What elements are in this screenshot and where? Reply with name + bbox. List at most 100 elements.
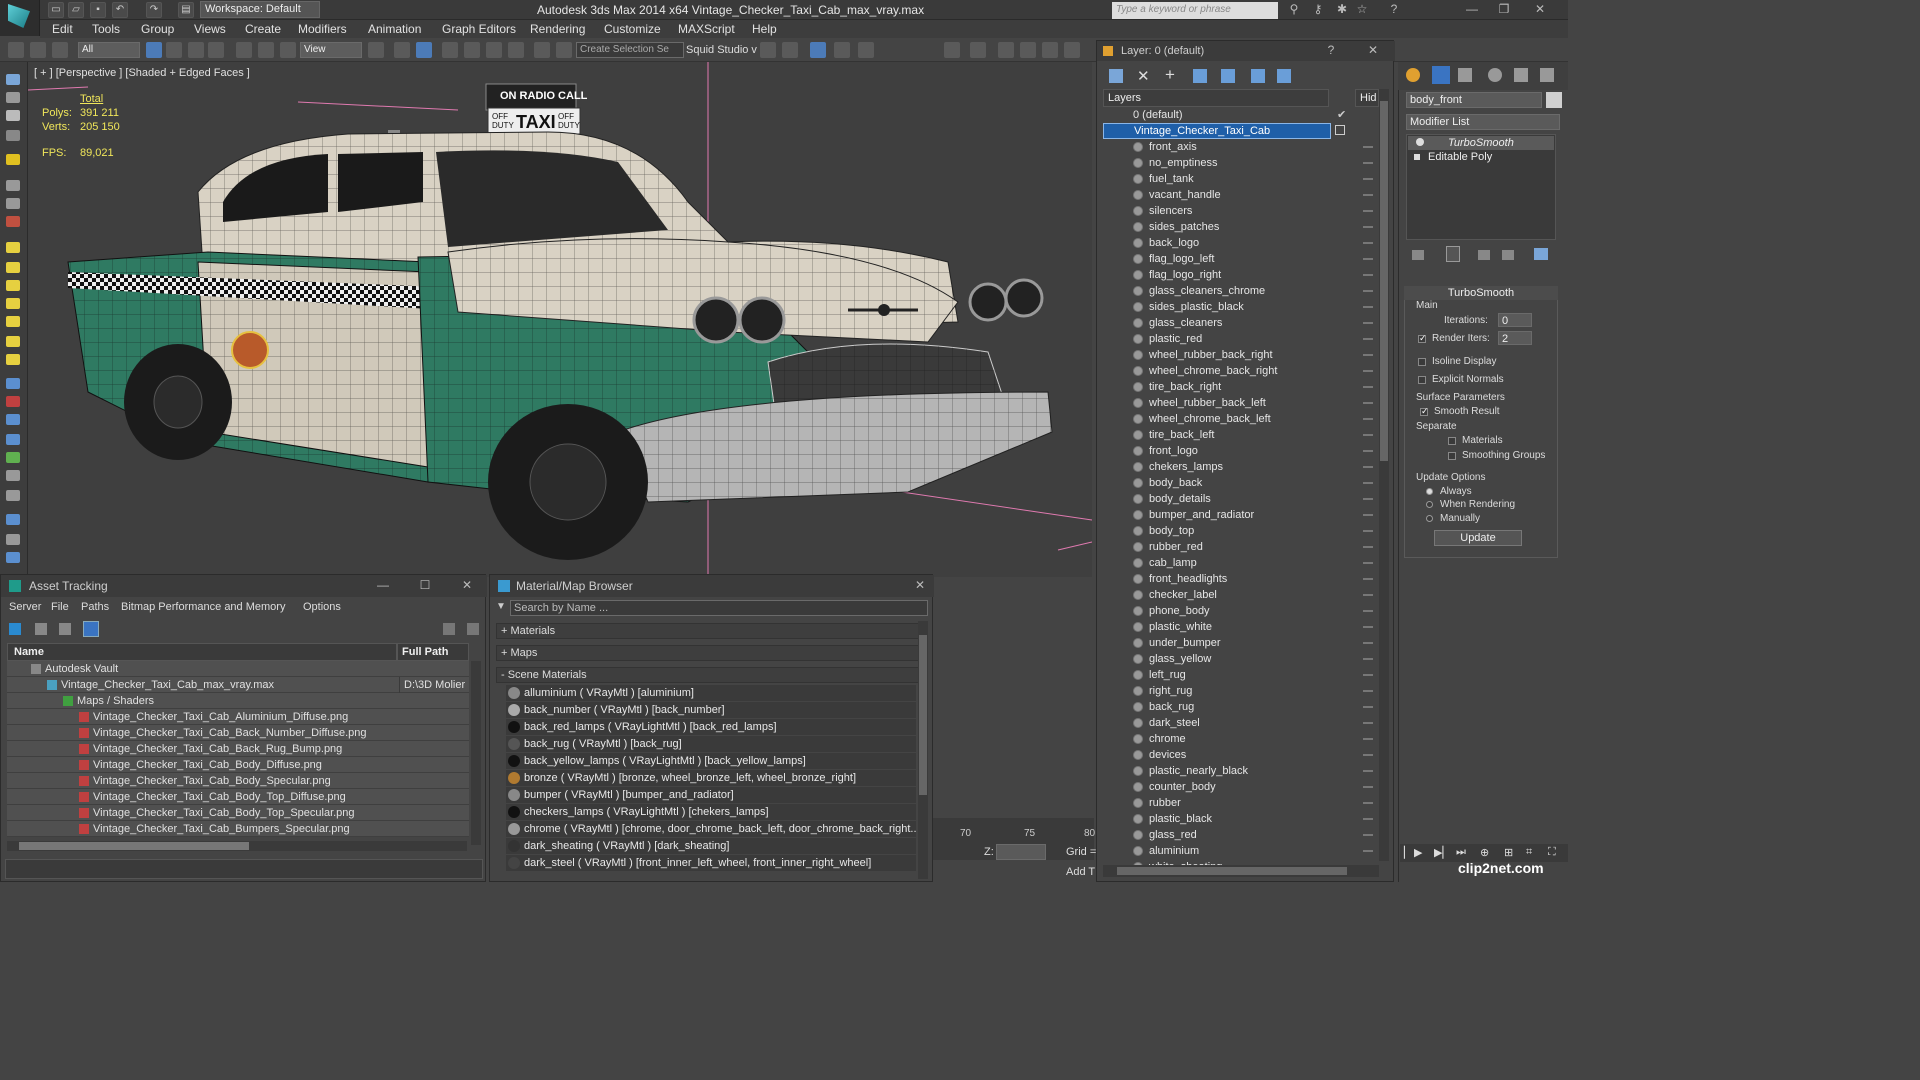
asset-hscrollbar[interactable] (7, 841, 467, 851)
asset-row[interactable]: Vintage_Checker_Taxi_Cab_Body_Top_Diffus… (7, 789, 469, 805)
layer-object-row[interactable]: bumper_and_radiator (1127, 507, 1373, 523)
keyboard-shortcut-toggle-icon[interactable] (416, 42, 432, 58)
layer-scrollbar[interactable] (1379, 89, 1389, 861)
tool-star-icon[interactable] (6, 336, 20, 347)
layer-object-row[interactable]: sides_patches (1127, 219, 1373, 235)
tool-bone-icon[interactable] (6, 490, 20, 501)
hide-all-layers-icon[interactable] (1277, 69, 1291, 83)
layer-object-row[interactable]: flag_logo_right (1127, 267, 1373, 283)
pivot-center-icon[interactable] (368, 42, 384, 58)
material-row[interactable]: bronze ( VRayMtl ) [bronze, wheel_bronze… (506, 770, 916, 786)
hide-toggle-icon[interactable] (1363, 226, 1373, 228)
asset-menu-file[interactable]: File (51, 601, 69, 613)
hide-toggle-icon[interactable] (1363, 242, 1373, 244)
material-editor-icon[interactable] (944, 42, 960, 58)
expand-poly-icon[interactable] (1414, 154, 1420, 160)
hide-toggle-icon[interactable] (1363, 354, 1373, 356)
app-logo-button[interactable] (0, 0, 40, 36)
section-maps[interactable]: + Maps (496, 645, 922, 661)
layer-vintage-checker-taxi-cab[interactable]: Vintage_Checker_Taxi_Cab (1103, 123, 1331, 139)
layer-object-row[interactable]: right_rug (1127, 683, 1373, 699)
select-manipulate-icon[interactable] (394, 42, 410, 58)
hide-toggle-icon[interactable] (1363, 370, 1373, 372)
tool-orbit-icon[interactable] (6, 552, 20, 563)
layer-object-row[interactable]: body_details (1127, 491, 1373, 507)
menu-views[interactable]: Views (194, 22, 226, 36)
tool-zoom-icon[interactable] (6, 514, 20, 525)
hide-toggle-icon[interactable] (1363, 690, 1373, 692)
undo-icon[interactable]: ↶ (112, 2, 128, 18)
tool-particle-icon[interactable] (6, 452, 20, 463)
tool-spline-icon[interactable] (6, 378, 20, 389)
tool-select-icon[interactable] (6, 74, 20, 85)
select-by-name-icon[interactable] (166, 42, 182, 58)
search-input[interactable]: Type a keyword or phrase (1112, 2, 1278, 19)
asset-menu-options[interactable]: Options (303, 601, 341, 613)
tool-light-icon[interactable] (6, 154, 20, 165)
menu-animation[interactable]: Animation (368, 22, 421, 36)
asset-menu-bitmap[interactable]: Bitmap Performance and Memory (121, 601, 285, 613)
menu-rendering[interactable]: Rendering (530, 22, 585, 36)
zoom-all-icon[interactable]: ⊞ (1504, 846, 1513, 859)
turbosmooth-rollout-title[interactable]: TurboSmooth (1404, 286, 1558, 300)
hide-toggle-icon[interactable] (1363, 274, 1373, 276)
layer-object-row[interactable]: front_logo (1127, 443, 1373, 459)
material-row[interactable]: dark_sheating ( VRayMtl ) [dark_sheating… (506, 838, 916, 854)
layer-object-row[interactable]: glass_cleaners_chrome (1127, 283, 1373, 299)
tool-region-icon[interactable] (6, 92, 20, 103)
list-view-icon[interactable] (35, 623, 47, 635)
rect-selection-icon[interactable] (188, 42, 204, 58)
snap-toggle-icon[interactable] (442, 42, 458, 58)
named-selection-icon[interactable] (556, 42, 572, 58)
menu-modifiers[interactable]: Modifiers (298, 22, 347, 36)
hide-toggle-icon[interactable] (1363, 530, 1373, 532)
layer-object-row[interactable]: front_headlights (1127, 571, 1373, 587)
layer-object-row[interactable]: silencers (1127, 203, 1373, 219)
create-tab-icon[interactable] (1406, 68, 1420, 82)
hide-toggle-icon[interactable] (1363, 850, 1373, 852)
hide-toggle-icon[interactable] (1363, 322, 1373, 324)
tool-paint-icon[interactable] (6, 110, 20, 121)
material-scrollbar[interactable] (918, 621, 928, 879)
layer-object-row[interactable]: fuel_tank (1127, 171, 1373, 187)
rotate-icon[interactable] (258, 42, 274, 58)
hide-toggle-icon[interactable] (1363, 498, 1373, 500)
restore-icon[interactable]: ❐ (1494, 2, 1514, 18)
asset-row[interactable]: Vintage_Checker_Taxi_Cab_max_vray.max D:\… (7, 677, 469, 693)
hide-toggle-icon[interactable] (1363, 610, 1373, 612)
browser-options-icon[interactable]: ▼ (496, 601, 510, 615)
tool-grid-icon[interactable] (6, 130, 20, 141)
select-layer-objects-icon[interactable] (1221, 69, 1235, 83)
layer-object-row[interactable]: plastic_red (1127, 331, 1373, 347)
tool-pan-icon[interactable] (6, 534, 20, 545)
material-row[interactable]: back_yellow_lamps ( VRayLightMtl ) [back… (506, 753, 916, 769)
layer-object-row[interactable]: cab_lamp (1127, 555, 1373, 571)
redo-icon[interactable]: ↷ (146, 2, 162, 18)
menu-graph-editors[interactable]: Graph Editors (442, 22, 516, 36)
column-header-full-path[interactable]: Full Path (397, 643, 469, 661)
layer-object-row[interactable]: glass_cleaners (1127, 315, 1373, 331)
hide-toggle-icon[interactable] (1363, 290, 1373, 292)
object-name-field[interactable]: body_front (1406, 92, 1542, 108)
layer-help-icon[interactable]: ? (1321, 43, 1341, 59)
modify-tab-icon[interactable] (1432, 66, 1450, 84)
material-row[interactable]: alluminium ( VRayMtl ) [aluminium] (506, 685, 916, 701)
layer-object-row[interactable]: aluminium (1127, 843, 1373, 859)
update-manually-radio[interactable] (1426, 515, 1433, 522)
material-row[interactable]: bumper ( VRayMtl ) [bumper_and_radiator] (506, 787, 916, 803)
modifier-list-dropdown[interactable]: Modifier List (1406, 114, 1560, 130)
squid-studio-label[interactable]: Squid Studio v (686, 44, 757, 56)
configure-modifier-sets-icon[interactable] (1534, 248, 1548, 260)
layer-object-row[interactable]: phone_body (1127, 603, 1373, 619)
separate-materials-checkbox[interactable] (1448, 437, 1456, 445)
communication-icon[interactable]: ✱ (1332, 2, 1352, 18)
section-materials[interactable]: + Materials (496, 623, 922, 639)
hide-toggle-icon[interactable] (1363, 194, 1373, 196)
next-frame-icon[interactable]: ▶▏ (1434, 846, 1451, 859)
hide-toggle-icon[interactable] (1363, 722, 1373, 724)
layer-object-row[interactable]: wheel_chrome_back_left (1127, 411, 1373, 427)
layer-default[interactable]: 0 (default) (1117, 107, 1347, 123)
table-view-icon[interactable] (83, 621, 99, 637)
ref-coord-dropdown[interactable]: View (300, 42, 362, 58)
activeshade-icon[interactable] (1064, 42, 1080, 58)
